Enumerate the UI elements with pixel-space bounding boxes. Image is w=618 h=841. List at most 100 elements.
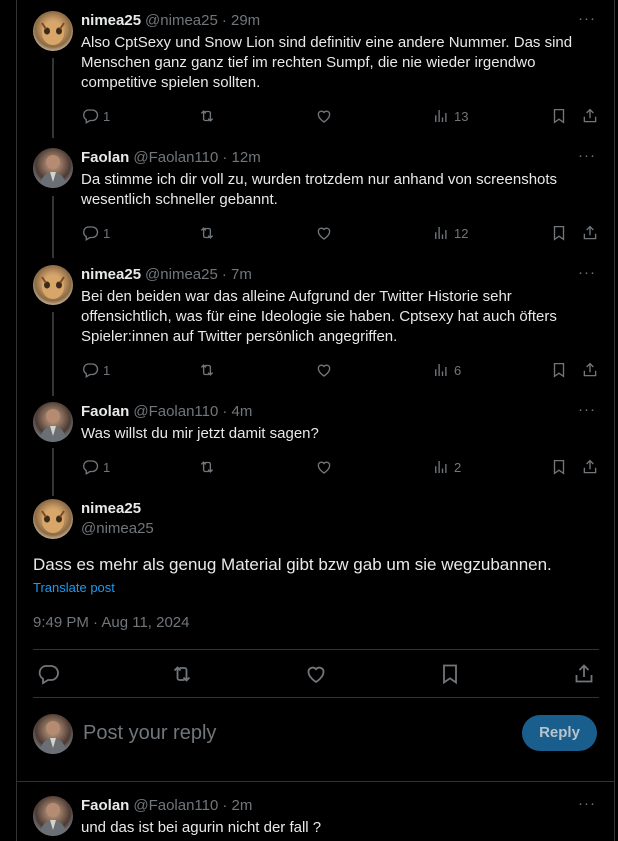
like-icon <box>304 662 328 686</box>
like-icon <box>315 107 333 125</box>
reply-button[interactable]: 1 <box>81 106 110 126</box>
view-count: 13 <box>454 108 469 124</box>
views-button[interactable]: 6 <box>432 360 461 380</box>
translate-link[interactable]: Translate post <box>33 580 115 595</box>
reply-button[interactable]: 1 <box>81 457 110 477</box>
repost-button[interactable] <box>198 360 216 380</box>
tweet-header: Faolan @Faolan110 · 2m <box>81 796 252 814</box>
reply-button[interactable] <box>36 662 60 686</box>
author-handle[interactable]: @Faolan110 <box>133 149 218 166</box>
avatar[interactable] <box>33 402 73 442</box>
reply-count: 1 <box>103 459 111 475</box>
view-count: 2 <box>454 459 462 475</box>
reply-button[interactable]: 1 <box>81 360 110 380</box>
author-name[interactable]: Faolan <box>81 797 129 814</box>
tweet-actions: 1 12 <box>81 223 601 243</box>
tweet-time[interactable]: · 29m <box>222 12 260 29</box>
author-handle[interactable]: @Faolan110 <box>133 797 218 814</box>
view-count: 6 <box>454 362 462 378</box>
like-button[interactable] <box>315 360 333 380</box>
reply-submit-button[interactable]: Reply <box>522 715 597 751</box>
avatar[interactable] <box>33 11 73 51</box>
bookmark-button[interactable] <box>550 360 568 380</box>
view-count: 12 <box>454 225 469 241</box>
thread-line <box>52 448 54 496</box>
share-button[interactable] <box>581 360 599 380</box>
views-button[interactable]: 13 <box>432 106 468 126</box>
tweet-text: und das ist bei agurin nicht der fall ? <box>81 819 322 836</box>
tweet-header: Faolan @Faolan110 · 12m <box>81 148 261 166</box>
divider <box>33 649 599 650</box>
avatar[interactable] <box>33 265 73 305</box>
tweet-text: Dass es mehr als genug Material gibt bzw… <box>33 555 552 574</box>
share-icon <box>581 224 599 242</box>
author-handle[interactable]: @nimea25 <box>145 266 218 283</box>
bookmark-icon <box>550 224 568 242</box>
tweet-text: Da stimme ich dir voll zu, wurden trotzd… <box>81 171 558 208</box>
like-icon <box>315 361 333 379</box>
avatar[interactable] <box>33 148 73 188</box>
thread-line <box>52 196 54 258</box>
share-icon <box>581 107 599 125</box>
more-icon[interactable]: ··· <box>578 796 596 815</box>
like-button[interactable] <box>315 106 333 126</box>
views-icon <box>432 458 450 476</box>
divider <box>17 781 614 782</box>
author-name[interactable]: nimea25 <box>81 500 141 517</box>
views-icon <box>432 224 450 242</box>
like-icon <box>315 224 333 242</box>
author-name[interactable]: Faolan <box>81 149 129 166</box>
thread-line <box>52 312 54 396</box>
repost-button[interactable] <box>198 106 216 126</box>
bookmark-button[interactable] <box>550 457 568 477</box>
like-button[interactable] <box>315 457 333 477</box>
more-icon[interactable]: ··· <box>578 265 596 284</box>
repost-icon <box>198 458 216 476</box>
bookmark-button[interactable] <box>438 662 462 686</box>
reply-count: 1 <box>103 225 111 241</box>
tweet-time[interactable]: · 7m <box>222 266 252 283</box>
share-button[interactable] <box>572 662 596 686</box>
bookmark-button[interactable] <box>550 223 568 243</box>
share-button[interactable] <box>581 106 599 126</box>
bookmark-icon <box>438 662 462 686</box>
views-button[interactable]: 12 <box>432 223 468 243</box>
views-icon <box>432 107 450 125</box>
author-name[interactable]: nimea25 <box>81 12 141 29</box>
repost-button[interactable] <box>198 457 216 477</box>
bookmark-icon <box>550 458 568 476</box>
reply-count: 1 <box>103 108 111 124</box>
repost-button[interactable] <box>170 662 194 686</box>
author-name[interactable]: nimea25 <box>81 266 141 283</box>
tweet-time[interactable]: · 4m <box>222 403 252 420</box>
tweet-header: nimea25 @nimea25 · 7m <box>81 265 252 283</box>
views-button[interactable]: 2 <box>432 457 461 477</box>
reply-icon <box>81 458 99 476</box>
share-button[interactable] <box>581 457 599 477</box>
like-button[interactable] <box>315 223 333 243</box>
tweet-timestamp[interactable]: 9:49 PM · Aug 11, 2024 <box>33 614 190 631</box>
more-icon[interactable]: ··· <box>578 11 596 30</box>
tweet-text: Was willst du mir jetzt damit sagen? <box>81 425 319 442</box>
reply-count: 1 <box>103 362 111 378</box>
repost-button[interactable] <box>198 223 216 243</box>
author-name[interactable]: Faolan <box>81 403 129 420</box>
bookmark-button[interactable] <box>550 106 568 126</box>
avatar[interactable] <box>33 499 73 539</box>
author-handle[interactable]: @nimea25 <box>145 12 218 29</box>
share-icon <box>572 662 596 686</box>
author-handle[interactable]: @nimea25 <box>81 520 154 537</box>
more-icon[interactable]: ··· <box>578 402 596 421</box>
avatar[interactable] <box>33 796 73 836</box>
reply-icon <box>81 107 99 125</box>
repost-icon <box>198 107 216 125</box>
reply-input[interactable]: Post your reply <box>83 722 216 745</box>
author-handle[interactable]: @Faolan110 <box>133 403 218 420</box>
share-button[interactable] <box>581 223 599 243</box>
like-button[interactable] <box>304 662 328 686</box>
reply-icon <box>81 361 99 379</box>
tweet-time[interactable]: · 12m <box>222 149 260 166</box>
reply-button[interactable]: 1 <box>81 223 110 243</box>
more-icon[interactable]: ··· <box>578 148 596 167</box>
tweet-time[interactable]: · 2m <box>222 797 252 814</box>
